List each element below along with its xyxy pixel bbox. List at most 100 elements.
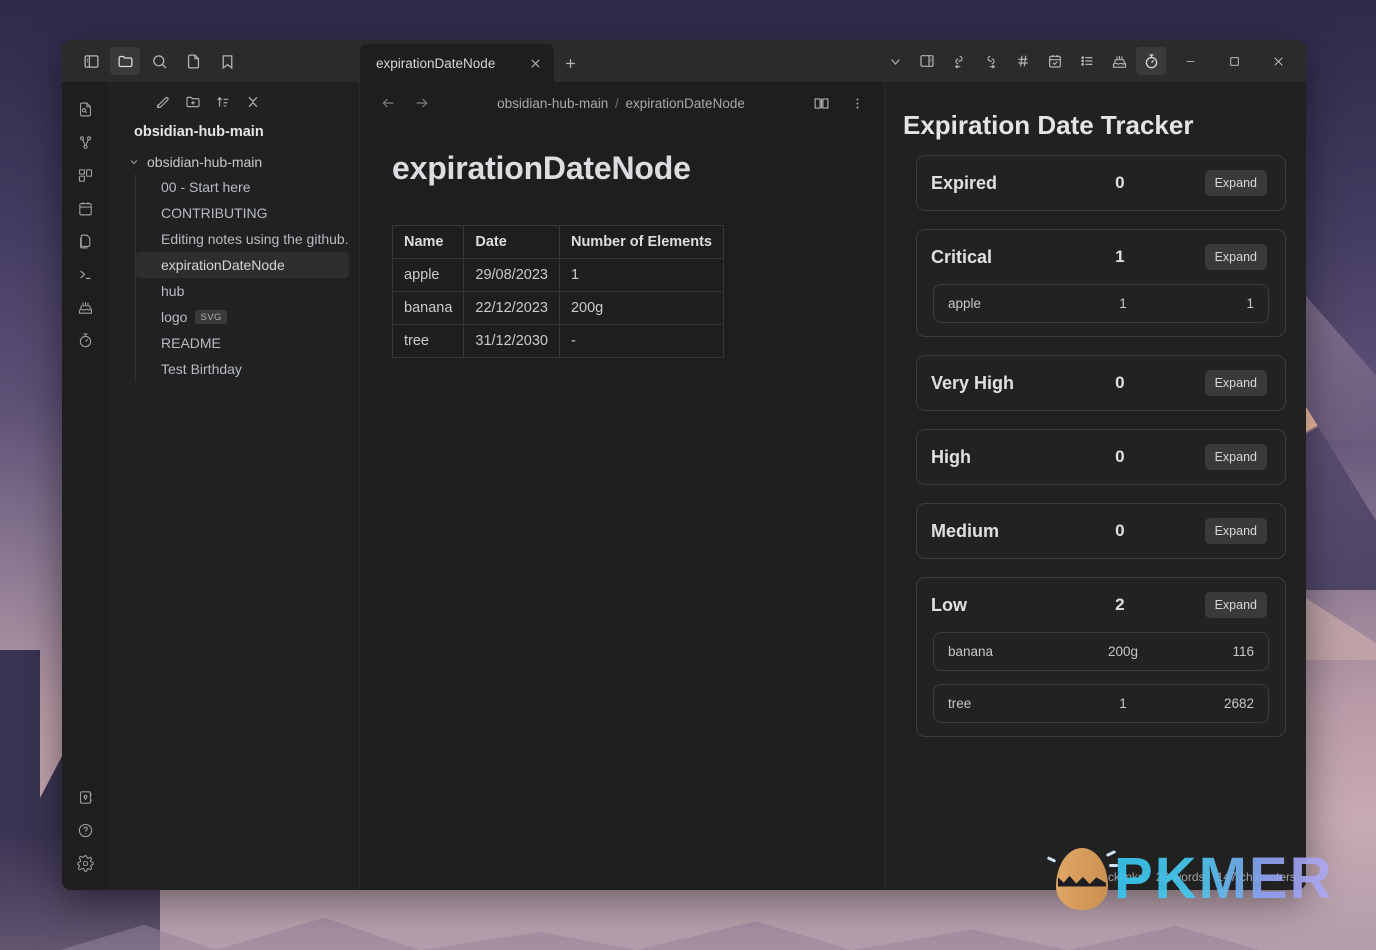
settings-gear-icon[interactable] xyxy=(69,847,101,879)
group-label: Low xyxy=(931,594,967,615)
table-cell: 200g xyxy=(558,291,724,325)
editor-content[interactable]: expirationDateNode Name Date Number of E… xyxy=(360,124,884,890)
group-card-expired: Expired 0 Expand xyxy=(916,155,1286,211)
search-icon[interactable] xyxy=(144,47,174,75)
table-cell: 29/08/2023 xyxy=(463,258,560,292)
table-header-cell: Number of Elements xyxy=(558,225,724,259)
vault-icon[interactable] xyxy=(69,781,101,813)
minimize-icon[interactable] xyxy=(1168,40,1212,82)
tree-item-expirationdatenode[interactable]: expirationDateNode xyxy=(136,252,349,278)
recent-file-icon[interactable] xyxy=(178,47,208,75)
tree-item-00-start-here[interactable]: 00 - Start here xyxy=(136,174,349,200)
file-search-icon[interactable] xyxy=(69,93,101,125)
tree-item-label: logo xyxy=(161,309,188,325)
item-days: 1 xyxy=(1246,296,1254,311)
file-explorer: obsidian-hub-main obsidian-hub-main 00 -… xyxy=(109,82,360,890)
group-header: Medium 0 Expand xyxy=(917,504,1275,558)
tree-item-readme[interactable]: README xyxy=(136,330,349,356)
expand-button[interactable]: Expand xyxy=(1204,244,1267,270)
sidebar-toolbar xyxy=(62,40,360,82)
list-icon[interactable] xyxy=(1072,47,1102,75)
window-controls xyxy=(1168,40,1300,82)
status-backlinks[interactable]: 0 backlinks xyxy=(1085,870,1144,884)
table-row: apple 29/08/2023 1 xyxy=(391,258,724,292)
timer-icon[interactable] xyxy=(69,324,101,356)
help-icon[interactable] xyxy=(69,814,101,846)
table-cell: - xyxy=(558,324,724,358)
group-item[interactable]: tree 1 2682 xyxy=(933,684,1269,723)
close-icon[interactable] xyxy=(1256,40,1300,82)
link-forward-icon[interactable] xyxy=(976,47,1006,75)
group-header: High 0 Expand xyxy=(917,430,1275,484)
explorer-toolbar xyxy=(109,82,359,122)
hash-tag-icon[interactable] xyxy=(1008,47,1038,75)
tree-item-hub[interactable]: hub xyxy=(136,278,349,304)
expand-button[interactable]: Expand xyxy=(1204,592,1267,618)
tree-folder-obsidian-hub-main[interactable]: obsidian-hub-main xyxy=(109,150,359,174)
table-row: banana 22/12/2023 200g xyxy=(391,291,724,325)
item-quantity: 1 xyxy=(1119,296,1127,311)
link-back-icon[interactable] xyxy=(944,47,974,75)
chevron-down-icon xyxy=(128,156,142,168)
more-options-icon[interactable] xyxy=(844,90,870,116)
expand-button[interactable]: Expand xyxy=(1204,170,1267,196)
forward-arrow-icon[interactable] xyxy=(410,91,434,115)
cake-icon[interactable] xyxy=(69,291,101,323)
tab-expirationDateNode[interactable]: expirationDateNode xyxy=(360,44,554,82)
collapse-all-icon[interactable] xyxy=(239,88,267,116)
toggle-left-sidebar-icon[interactable] xyxy=(76,47,106,75)
new-tab-icon[interactable] xyxy=(554,44,586,82)
chevron-down-icon[interactable] xyxy=(880,47,910,75)
item-days: 2682 xyxy=(1223,696,1254,711)
group-count: 0 xyxy=(1115,447,1125,466)
table-cell: banana xyxy=(391,291,465,325)
item-days: 116 xyxy=(1232,644,1254,659)
tree-item-label: expirationDateNode xyxy=(161,257,285,273)
expand-button[interactable]: Expand xyxy=(1204,370,1267,396)
expand-button[interactable]: Expand xyxy=(1204,518,1267,544)
files-icon[interactable] xyxy=(110,47,140,75)
bookmark-icon[interactable] xyxy=(212,47,242,75)
timer-icon[interactable] xyxy=(1136,47,1166,75)
group-count: 0 xyxy=(1115,521,1125,540)
sort-icon[interactable] xyxy=(209,88,237,116)
breadcrumb[interactable]: obsidian-hub-main / expirationDateNode xyxy=(444,96,798,111)
group-card-critical: Critical 1 Expand apple 1 1 xyxy=(916,229,1286,337)
tree-item-label: 00 - Start here xyxy=(161,179,251,195)
tree-item-test-birthday[interactable]: Test Birthday xyxy=(136,356,349,382)
back-arrow-icon[interactable] xyxy=(376,91,400,115)
group-item[interactable]: banana 200g 116 xyxy=(933,632,1269,671)
calendar-check-icon[interactable] xyxy=(1040,47,1070,75)
reading-view-icon[interactable] xyxy=(808,90,834,116)
table-cell: 22/12/2023 xyxy=(463,291,560,325)
desktop-wallpaper: PKMER xyxy=(0,0,1376,950)
copy-files-icon[interactable] xyxy=(69,225,101,257)
terminal-icon[interactable] xyxy=(69,258,101,290)
group-header: Very High 0 Expand xyxy=(917,356,1275,410)
status-characters: 147 characters xyxy=(1216,870,1296,884)
tree-item-contributing[interactable]: CONTRIBUTING xyxy=(136,200,349,226)
expand-button[interactable]: Expand xyxy=(1204,444,1267,470)
group-item[interactable]: apple 1 1 xyxy=(933,284,1269,323)
new-note-icon[interactable] xyxy=(149,88,177,116)
toggle-right-sidebar-icon[interactable] xyxy=(912,47,942,75)
tree-item-label: README xyxy=(161,335,221,351)
status-bar: 0 backlinks 23 words 147 characters xyxy=(1085,870,1296,884)
table-cell: tree xyxy=(391,324,465,358)
top-right-toolbar xyxy=(880,40,1306,82)
tab-strip: expirationDateNode xyxy=(360,40,880,82)
group-label: Critical xyxy=(931,246,993,267)
table-cell: 1 xyxy=(558,258,724,292)
table-header-cell: Name xyxy=(391,225,465,259)
tree-item-logo[interactable]: logo SVG xyxy=(136,304,349,330)
canvas-icon[interactable] xyxy=(69,159,101,191)
new-folder-icon[interactable] xyxy=(179,88,207,116)
cake-icon[interactable] xyxy=(1104,47,1134,75)
close-icon[interactable] xyxy=(524,52,546,74)
maximize-icon[interactable] xyxy=(1212,40,1256,82)
tree-item-editing-notes[interactable]: Editing notes using the github.dev ed… xyxy=(136,226,349,252)
group-label: Medium xyxy=(931,520,1000,541)
graph-icon[interactable] xyxy=(69,126,101,158)
tab-label: expirationDateNode xyxy=(376,55,496,71)
calendar-icon[interactable] xyxy=(69,192,101,224)
